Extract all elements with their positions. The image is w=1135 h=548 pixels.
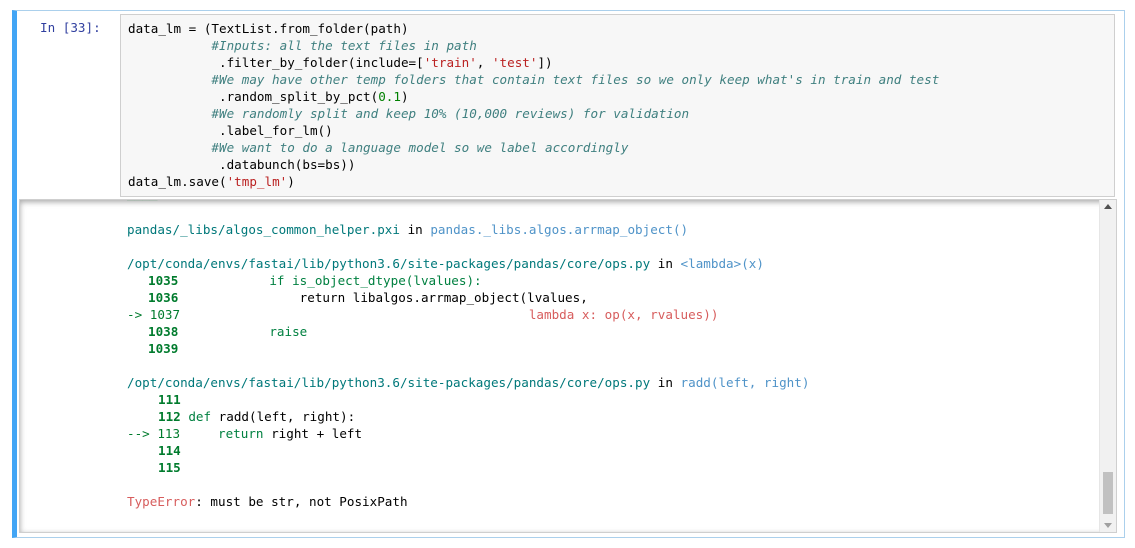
traceback-frame-1: pandas/_libs/algos_common_helper.pxi in … bbox=[127, 222, 689, 237]
traceback-line-114: 114 bbox=[158, 443, 181, 458]
error-message: TypeError: must be str, not PosixPath bbox=[127, 494, 408, 509]
traceback-line-111: 111 bbox=[158, 392, 181, 407]
code-line-1: data_lm = (TextList.from_folder(path) bbox=[128, 21, 409, 36]
clipped-line-number: ──── bbox=[127, 199, 158, 207]
traceback-line-112: 112 def radd(left, right): bbox=[158, 409, 356, 424]
scroll-down-arrow-icon[interactable] bbox=[1104, 523, 1112, 528]
traceback-frame-3: /opt/conda/envs/fastai/lib/python3.6/sit… bbox=[127, 375, 810, 390]
code-line-7: .label_for_lm() bbox=[128, 123, 333, 138]
code-line-9: .databunch(bs=bs)) bbox=[128, 157, 356, 172]
error-type: TypeError bbox=[127, 494, 196, 509]
code-line-3: .filter_by_folder(include=['train', 'tes… bbox=[128, 55, 553, 70]
traceback-line-1038: 1038 raise bbox=[148, 324, 308, 339]
code-line-5: .random_split_by_pct(0.1) bbox=[128, 89, 409, 104]
code-line-8: #We want to do a language model so we la… bbox=[128, 140, 629, 155]
code-line-4: #We may have other temp folders that con… bbox=[128, 72, 940, 87]
code-line-6: #We randomly split and keep 10% (10,000 … bbox=[128, 106, 690, 121]
traceback-frame-2: /opt/conda/envs/fastai/lib/python3.6/sit… bbox=[127, 256, 764, 271]
traceback-line-113: --> 113 return right + left bbox=[127, 426, 363, 441]
cell-prompt: In [33]: bbox=[40, 20, 101, 35]
traceback-line-1036: 1036 return libalgos.arrmap_object(lvalu… bbox=[148, 290, 588, 305]
scroll-thumb[interactable] bbox=[1103, 472, 1113, 514]
traceback-line-1035: 1035 if is_object_dtype(lvalues): bbox=[148, 273, 482, 288]
traceback-line-1037: -> 1037 lambda x: op(x, rvalues)) bbox=[127, 307, 719, 322]
output-scrollbar[interactable] bbox=[1099, 200, 1116, 532]
code-line-10: data_lm.save('tmp_lm') bbox=[128, 174, 295, 189]
scroll-up-arrow-icon[interactable] bbox=[1104, 204, 1112, 209]
traceback-line-1039: 1039 bbox=[148, 341, 179, 356]
traceback-output[interactable]: ──── pandas/_libs/algos_common_helper.px… bbox=[19, 199, 1117, 533]
code-input-area[interactable]: data_lm = (TextList.from_folder(path) #I… bbox=[120, 14, 1115, 197]
traceback-line-115: 115 bbox=[158, 460, 181, 475]
code-line-2: #Inputs: all the text files in path bbox=[128, 38, 477, 53]
